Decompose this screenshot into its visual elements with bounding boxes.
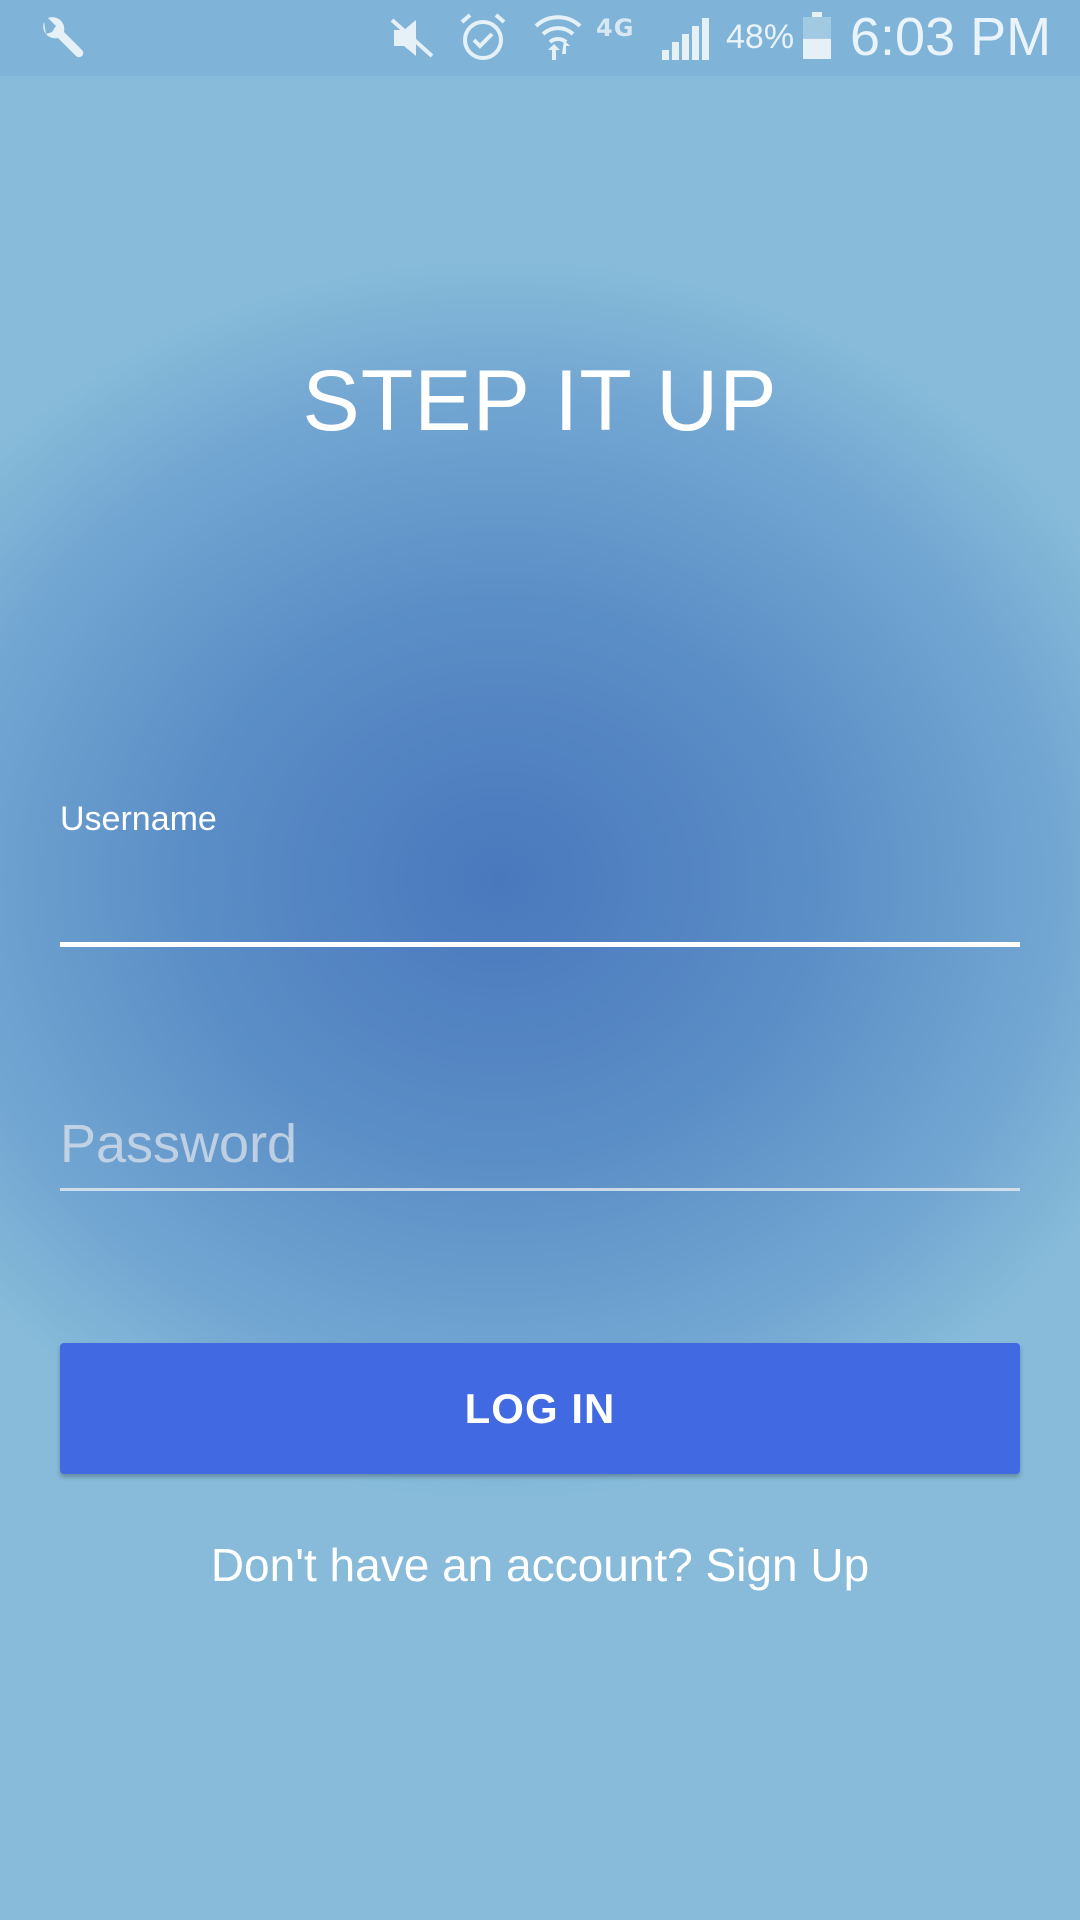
username-label: Username bbox=[60, 800, 217, 838]
username-underline bbox=[60, 942, 1020, 947]
battery-percent: 48% bbox=[726, 18, 795, 56]
network-type-icon: 4G bbox=[596, 14, 635, 42]
password-field[interactable] bbox=[60, 1100, 1020, 1192]
app-title: STEP IT UP bbox=[302, 353, 778, 449]
wifi-icon bbox=[534, 15, 582, 60]
password-underline bbox=[60, 1188, 1020, 1191]
signal-icon bbox=[662, 18, 709, 60]
username-input[interactable] bbox=[60, 850, 1020, 940]
clock-time: 6:03 PM bbox=[850, 7, 1052, 67]
mute-icon bbox=[390, 18, 434, 58]
status-bar: 4G 48% 6:03 PM bbox=[0, 0, 1080, 76]
username-field[interactable]: Username bbox=[60, 800, 1020, 950]
signup-link[interactable]: Don't have an account? Sign Up bbox=[0, 1538, 1080, 1592]
alarm-icon bbox=[460, 13, 506, 60]
wrench-icon bbox=[43, 17, 84, 58]
login-button[interactable]: LOG IN bbox=[60, 1343, 1020, 1474]
password-input[interactable] bbox=[60, 1100, 1020, 1188]
battery-icon bbox=[803, 12, 831, 59]
